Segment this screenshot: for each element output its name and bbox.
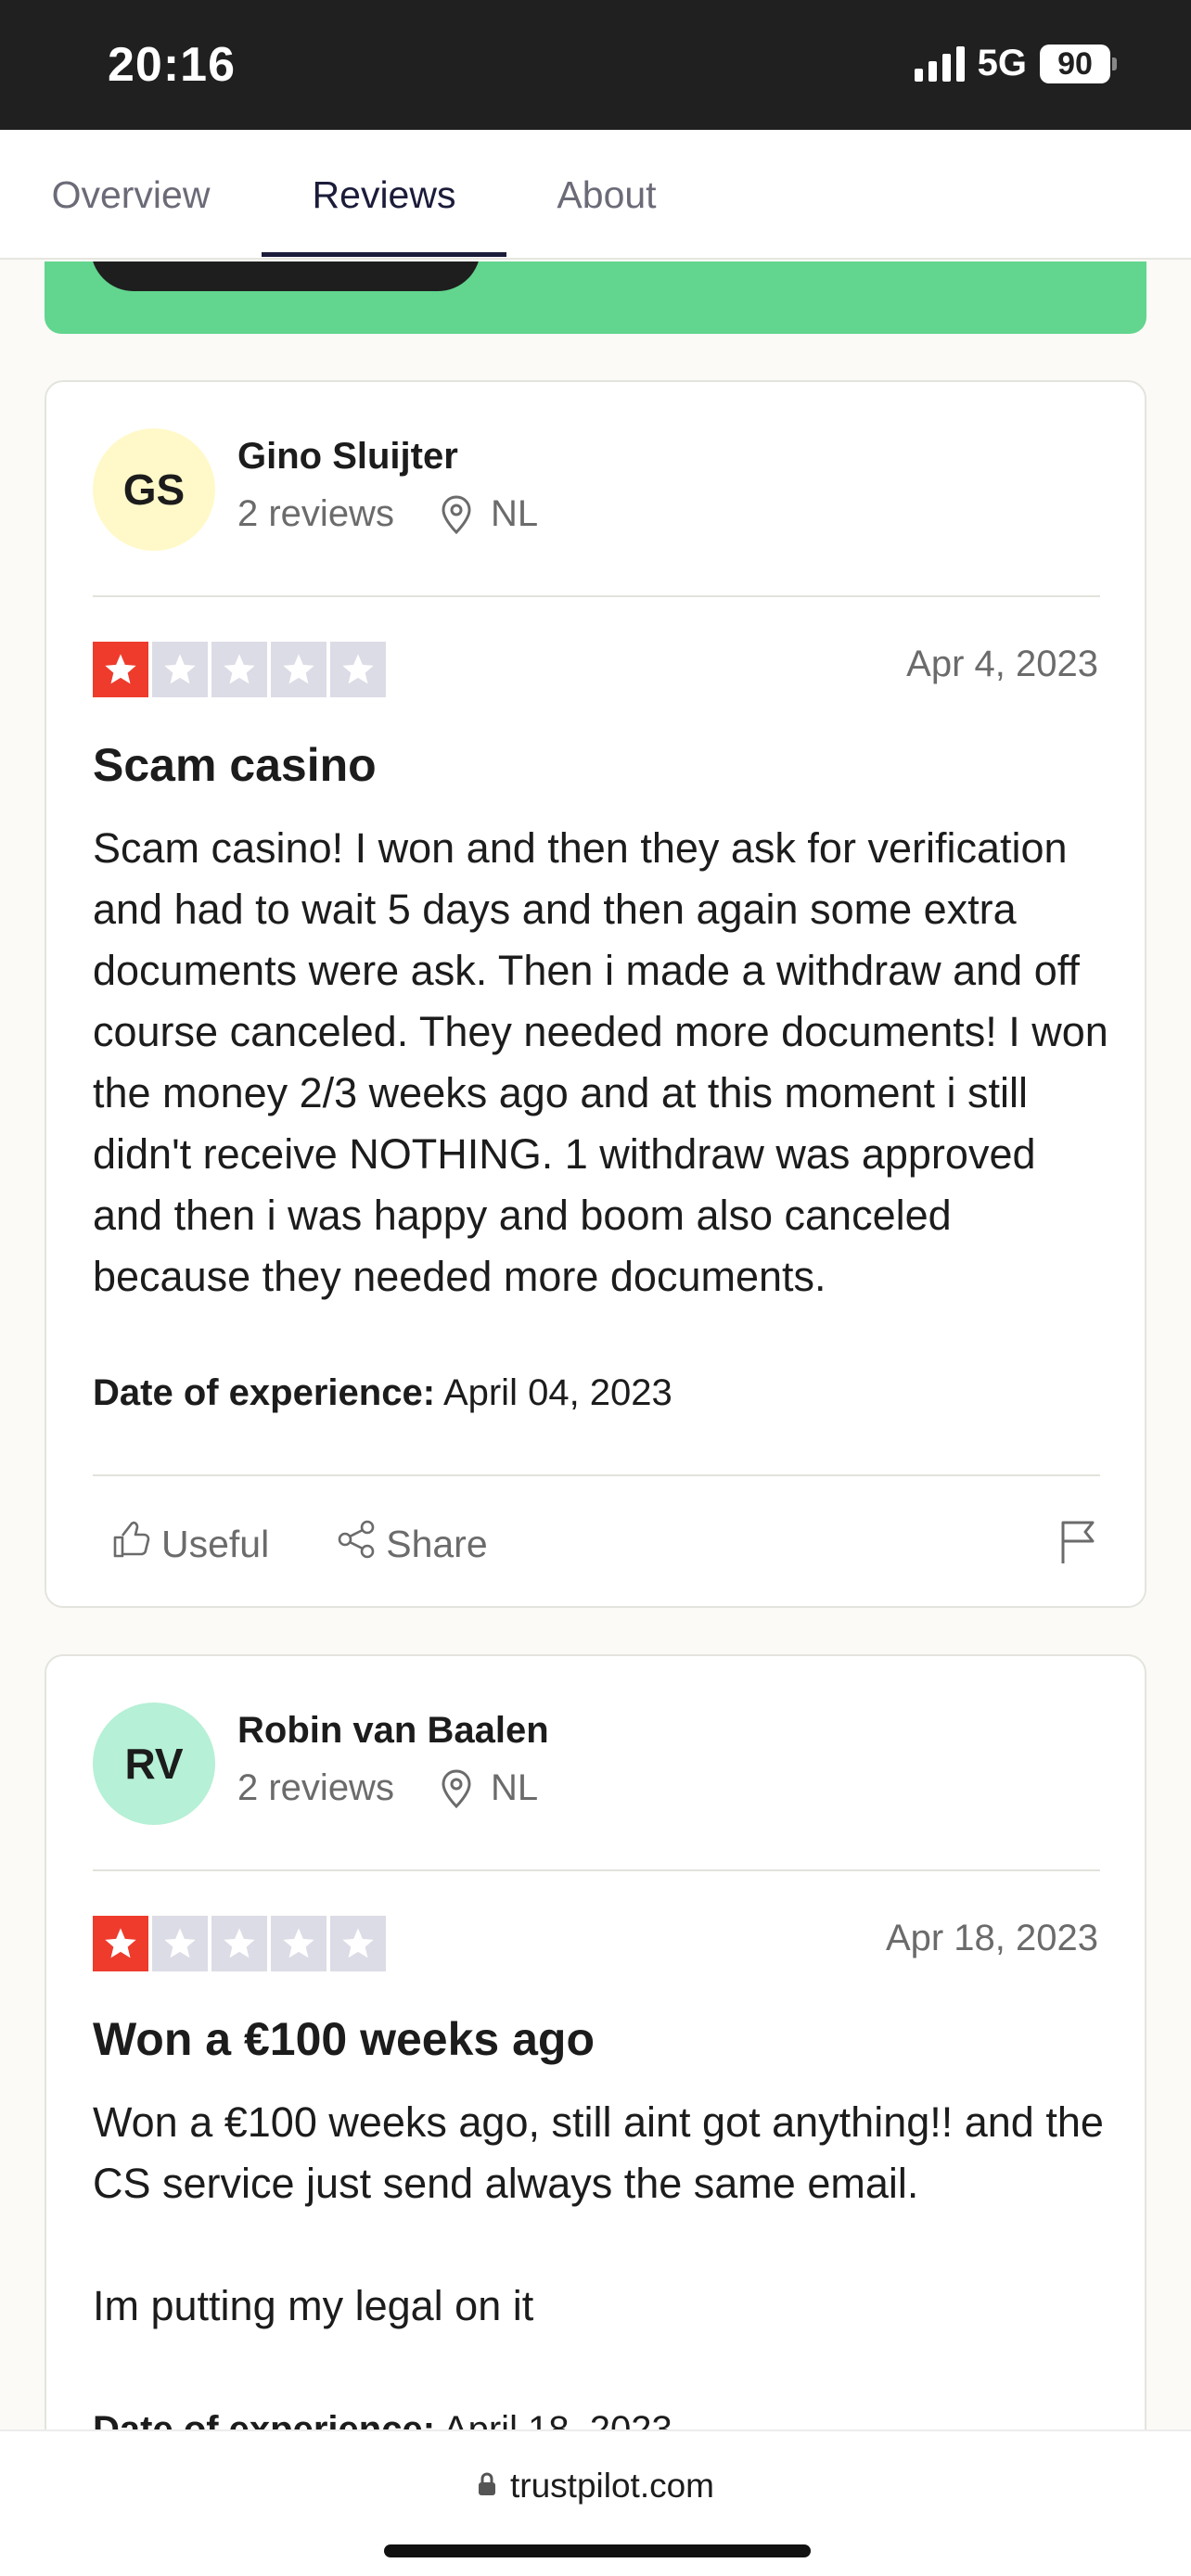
signal-icon — [914, 45, 965, 82]
experience-label: Date of experience: — [93, 1372, 436, 1413]
status-time: 20:16 — [108, 38, 236, 92]
address-bar[interactable]: trustpilot.com — [0, 2467, 1191, 2506]
useful-button[interactable]: Useful — [111, 1519, 269, 1569]
reviewer-name[interactable]: Robin van Baalen — [237, 1710, 549, 1752]
star-icon — [211, 642, 267, 697]
star-rating — [93, 1916, 386, 1971]
date-of-experience: Date of experience: April 04, 2023 — [93, 1372, 672, 1414]
flag-icon[interactable] — [1057, 1519, 1098, 1570]
reviewer-country: NL — [490, 493, 539, 534]
banner-button[interactable] — [91, 261, 480, 291]
browser-bottom-bar: trustpilot.com — [0, 2429, 1191, 2576]
reviewer-meta: 2 reviews NL — [237, 1767, 538, 1809]
reviewer-name[interactable]: Gino Sluijter — [237, 436, 458, 478]
reviewer-meta: 2 reviews NL — [237, 493, 538, 535]
status-indicators: 5G 90 — [914, 43, 1117, 84]
avatar[interactable]: RV — [93, 1702, 215, 1825]
star-icon — [271, 642, 327, 697]
star-icon — [152, 642, 208, 697]
share-icon — [336, 1519, 377, 1569]
review-actions: Useful Share — [111, 1519, 555, 1569]
divider — [93, 595, 1100, 597]
review-count: 2 reviews — [237, 493, 394, 534]
share-button[interactable]: Share — [336, 1519, 488, 1569]
star-icon — [330, 642, 386, 697]
review-date: Apr 4, 2023 — [906, 644, 1098, 684]
tab-reviews[interactable]: Reviews — [262, 130, 506, 260]
home-indicator[interactable] — [384, 2544, 811, 2557]
tab-overview[interactable]: Overview — [24, 130, 237, 260]
page-tabs: Overview Reviews About — [0, 130, 1191, 260]
star-icon — [271, 1916, 327, 1971]
location-pin-icon — [439, 1768, 474, 1809]
review-date: Apr 18, 2023 — [885, 1918, 1098, 1958]
review-count: 2 reviews — [237, 1767, 394, 1808]
star-rating — [93, 642, 386, 697]
experience-date: April 04, 2023 — [442, 1372, 672, 1413]
lock-icon — [477, 2467, 497, 2506]
review-title[interactable]: Won a €100 weeks ago — [93, 2012, 595, 2066]
avatar[interactable]: GS — [93, 428, 215, 551]
star-icon — [330, 1916, 386, 1971]
star-icon — [93, 642, 148, 697]
battery-icon: 90 — [1040, 44, 1117, 83]
review-body: Won a €100 weeks ago, still aint got any… — [93, 2098, 1104, 2329]
url-text: trustpilot.com — [509, 2467, 714, 2505]
network-type: 5G — [977, 43, 1027, 83]
review-title[interactable]: Scam casino — [93, 738, 377, 792]
star-icon — [211, 1916, 267, 1971]
promo-banner — [45, 261, 1146, 334]
location-pin-icon — [439, 494, 474, 535]
status-bar: 20:16 5G 90 — [0, 0, 1191, 130]
divider — [93, 1474, 1100, 1476]
reviewer-country: NL — [490, 1767, 539, 1808]
review-body: Scam casino! I won and then they ask for… — [93, 824, 1108, 1300]
useful-label: Useful — [161, 1522, 270, 1565]
star-icon — [152, 1916, 208, 1971]
tab-about[interactable]: About — [531, 130, 683, 260]
divider — [93, 1869, 1100, 1871]
share-label: Share — [386, 1522, 488, 1565]
active-tab-indicator — [262, 252, 506, 257]
star-icon — [93, 1916, 148, 1971]
thumbs-up-icon — [111, 1519, 152, 1569]
review-card: GS Gino Sluijter 2 reviews NL Apr 4, 202… — [45, 380, 1146, 1608]
battery-level: 90 — [1040, 44, 1110, 83]
